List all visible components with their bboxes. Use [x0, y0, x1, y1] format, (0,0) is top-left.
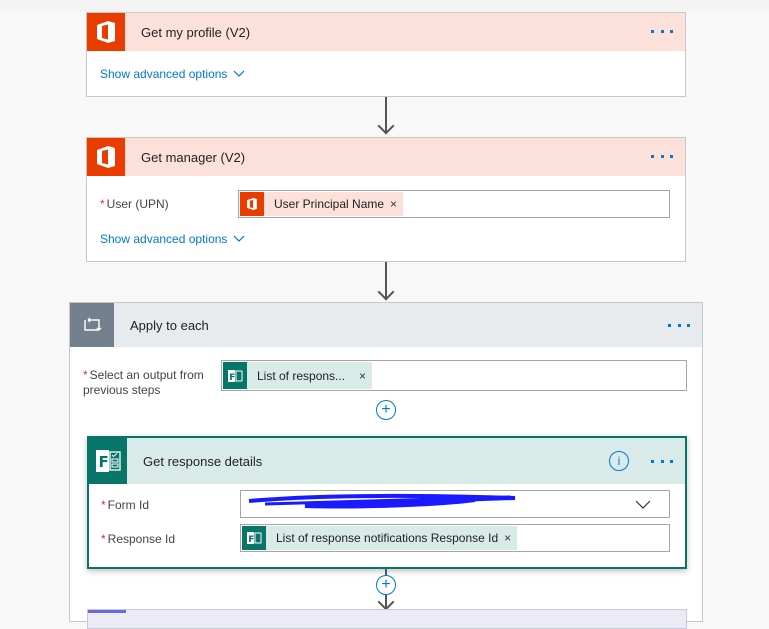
step-title: Get response details	[143, 453, 263, 469]
top-bar	[0, 0, 769, 12]
office-icon	[87, 13, 125, 51]
arrow-down-icon	[377, 283, 395, 301]
step-title: Get manager (V2)	[141, 149, 246, 165]
info-icon[interactable]: i	[609, 451, 629, 471]
chevron-down-icon[interactable]	[635, 500, 651, 510]
step-header[interactable]: Get my profile (V2)	[87, 13, 685, 51]
step-card-get-my-profile: Get my profile (V2) Show advanced option…	[86, 12, 686, 97]
remove-token-button[interactable]: ×	[504, 531, 517, 545]
loop-icon	[70, 303, 114, 347]
remove-token-button[interactable]: ×	[390, 197, 403, 211]
svg-text:F: F	[229, 373, 235, 383]
next-step-icon	[88, 610, 126, 613]
forms-icon: F	[242, 526, 266, 550]
redaction-scribble	[248, 493, 516, 509]
show-advanced-options-link[interactable]: Show advanced options	[100, 67, 245, 81]
svg-text:F: F	[248, 535, 254, 545]
add-action-button[interactable]: +	[376, 575, 396, 595]
more-options-button[interactable]	[651, 149, 673, 163]
step-title: Get my profile (V2)	[141, 24, 251, 40]
field-label-form-id: * Form Id	[101, 498, 150, 512]
forms-icon: F	[223, 362, 247, 389]
apply-to-each-header[interactable]: Apply to each	[70, 303, 702, 347]
show-advanced-options-link[interactable]: Show advanced options	[100, 232, 245, 246]
chevron-down-icon	[234, 235, 245, 242]
office-icon	[87, 138, 125, 176]
step-title: Apply to each	[130, 317, 209, 333]
arrow-down-icon	[377, 117, 395, 135]
step-header[interactable]: Get manager (V2)	[87, 138, 685, 176]
token-response-id[interactable]: F List of response notifications Respons…	[242, 526, 518, 550]
field-label-user-upn: * User (UPN)	[100, 197, 169, 211]
arrow-down-icon	[377, 593, 395, 611]
more-options-button[interactable]	[651, 454, 673, 468]
chevron-down-icon	[234, 70, 245, 77]
form-id-dropdown[interactable]	[240, 490, 670, 518]
field-label-select-output: * Select an output from previous steps	[83, 368, 204, 397]
response-id-input[interactable]: F List of response notifications Respons…	[240, 524, 670, 552]
token-list-of-responses[interactable]: F List of respons... ×	[223, 362, 373, 389]
user-upn-input[interactable]: User Principal Name ×	[238, 190, 670, 218]
add-action-button[interactable]: +	[376, 400, 396, 420]
field-label-response-id: * Response Id	[101, 532, 176, 546]
select-output-input[interactable]: F List of respons... ×	[221, 360, 687, 391]
step-card-get-manager: Get manager (V2) * User (UPN) User Princi…	[86, 137, 686, 262]
more-options-button[interactable]	[651, 24, 673, 38]
step-card-get-response-details: F Get response details i * Form Id * Respo…	[87, 436, 687, 569]
remove-token-button[interactable]: ×	[359, 369, 372, 383]
office-icon	[240, 192, 264, 216]
next-step-card[interactable]	[87, 609, 687, 629]
apply-to-each-container: Apply to each * Select an output from pre…	[69, 302, 703, 629]
forms-icon: F	[89, 438, 127, 484]
token-user-principal-name[interactable]: User Principal Name ×	[240, 192, 404, 216]
svg-text:F: F	[99, 453, 109, 471]
step-header[interactable]: F Get response details i	[89, 438, 685, 484]
more-options-button[interactable]	[668, 318, 690, 332]
